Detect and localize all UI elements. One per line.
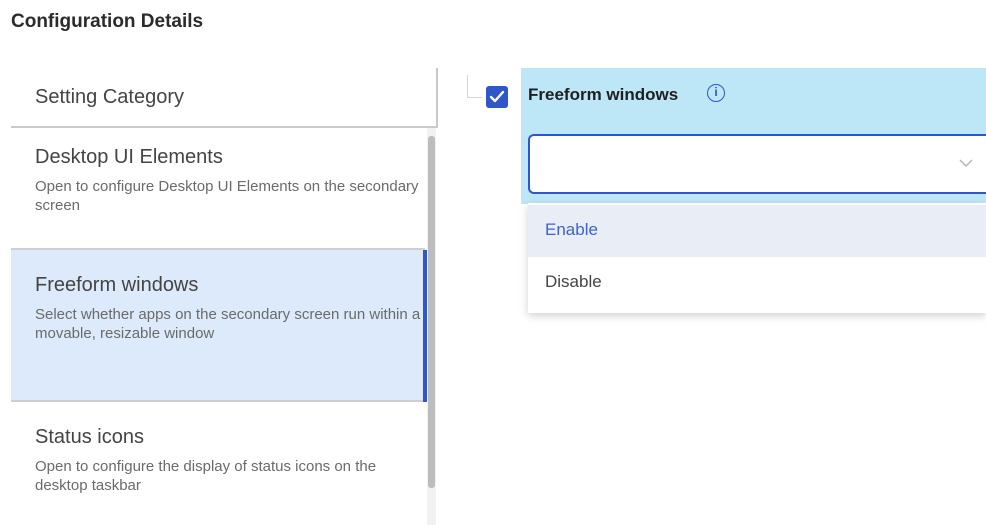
category-title: Status icons <box>35 426 144 448</box>
category-description: Open to configure the display of status … <box>35 458 377 494</box>
info-icon[interactable]: i <box>707 84 725 102</box>
freeform-windows-checkbox[interactable] <box>486 86 508 108</box>
setting-title: Freeform windows <box>528 85 679 104</box>
tree-connector <box>467 75 482 98</box>
category-description: Open to configure Desktop UI Elements on… <box>35 178 419 214</box>
checkmark-icon <box>489 90 505 103</box>
select-dropdown-menu: Enable Disable <box>528 203 986 313</box>
chevron-down-icon[interactable] <box>958 158 974 168</box>
category-title: Freeform windows <box>35 274 199 296</box>
category-title: Desktop UI Elements <box>35 146 223 168</box>
category-desktop-ui-elements[interactable]: Desktop UI Elements Open to configure De… <box>11 130 425 250</box>
page-title: Configuration Details <box>11 11 204 32</box>
category-freeform-windows[interactable]: Freeform windows Select whether apps on … <box>11 250 425 402</box>
option-disable[interactable]: Disable <box>528 257 986 309</box>
option-enable[interactable]: Enable <box>528 205 986 257</box>
category-status-icons[interactable]: Status icons Open to configure the displ… <box>11 402 425 525</box>
category-description: Select whether apps on the secondary scr… <box>35 306 421 342</box>
panel-divider <box>436 68 438 128</box>
setting-category-panel: Setting Category Desktop UI Elements Ope… <box>11 68 437 525</box>
category-scrollbar-thumb[interactable] <box>428 136 435 488</box>
setting-category-header-label: Setting Category <box>35 86 184 108</box>
setting-category-header: Setting Category <box>11 68 437 128</box>
freeform-windows-select[interactable] <box>528 134 986 194</box>
